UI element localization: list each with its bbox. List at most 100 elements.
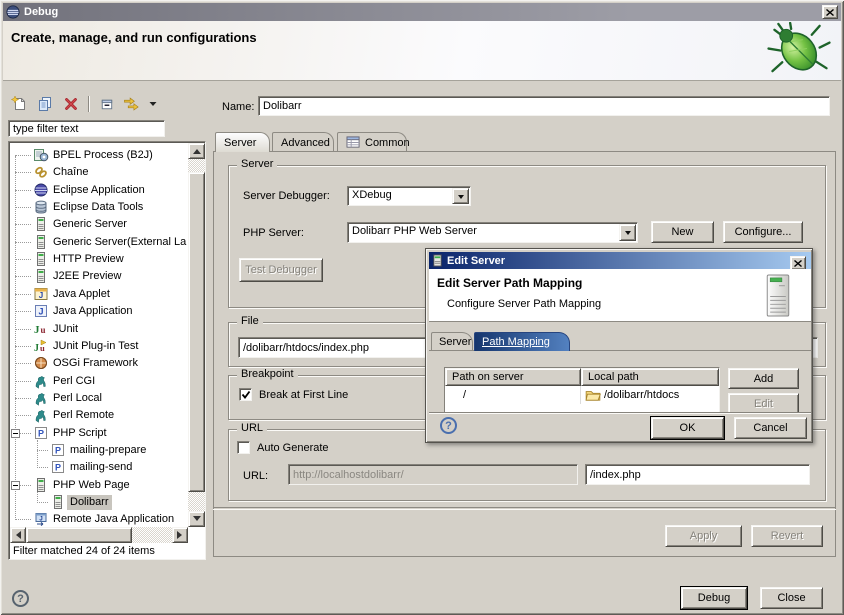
server-icon [33, 251, 49, 267]
tree-item-remote-java-application[interactable]: JRemote Java Application [10, 511, 187, 527]
tree-item-eclipse-data-tools[interactable]: Eclipse Data Tools [10, 199, 187, 216]
tree-item-perl-remote[interactable]: Perl Remote [10, 407, 187, 424]
close-button[interactable]: Close [760, 587, 823, 609]
dropdown-arrow-icon[interactable] [452, 188, 469, 204]
scroll-down-icon[interactable] [188, 511, 205, 527]
perl-icon [33, 407, 49, 423]
ok-button[interactable]: OK [651, 417, 724, 439]
tree-guide-line [37, 440, 38, 469]
tree-guide-line [15, 190, 31, 191]
scroll-right-icon[interactable] [172, 527, 188, 543]
dialog-tab-server[interactable]: Server [431, 332, 473, 351]
tree-guide-line [15, 398, 31, 399]
tab-server[interactable]: Server [215, 132, 270, 152]
tree-item-osgi-framework[interactable]: OSGi Framework [10, 355, 187, 372]
header-banner: Create, manage, and run configurations [3, 21, 841, 81]
tree-item-cha-ne[interactable]: Chaîne [10, 164, 187, 181]
tree-item-bpel-process-b2j[interactable]: BPEL Process (B2J) [10, 147, 187, 164]
add-mapping-button[interactable]: Add [728, 368, 799, 389]
new-server-button[interactable]: New [651, 221, 714, 243]
junit-plugin-icon: Ju [33, 338, 49, 354]
configure-server-button[interactable]: Configure... [723, 221, 803, 243]
url-group-title: URL [237, 422, 267, 435]
edit-server-dialog: Edit Server Edit Server Path Mapping Con… [425, 248, 813, 443]
tree-item-junit[interactable]: JuJUnit [10, 321, 187, 338]
cancel-button[interactable]: Cancel [734, 417, 807, 439]
column-header-path-on-server[interactable]: Path on server [445, 368, 581, 386]
title-bar[interactable]: Debug [3, 3, 841, 21]
svg-text:J: J [39, 517, 42, 523]
tree-item-label: JUnit [50, 322, 81, 337]
hscroll-thumb[interactable] [26, 527, 132, 543]
table-row[interactable]: / /dolibarr/htdocs [445, 386, 719, 404]
tree-item-label: Eclipse Application [50, 183, 148, 198]
configurations-tree: BPEL Process (B2J)Chaîne Eclipse Applicat… [8, 141, 206, 560]
tree-item-java-application[interactable]: JJava Application [10, 303, 187, 320]
php-server-select[interactable]: Dolibarr PHP Web Server [347, 222, 638, 243]
scroll-left-icon[interactable] [10, 527, 26, 543]
server-tower-icon [763, 273, 793, 318]
tree-guide-line [15, 172, 31, 173]
tree-guide-line [15, 155, 31, 156]
collapse-all-icon[interactable] [95, 94, 117, 114]
close-icon[interactable] [822, 5, 838, 19]
collapse-expander-icon[interactable] [11, 481, 20, 490]
tree-vertical-scrollbar[interactable] [188, 143, 205, 527]
tree-guide-line [15, 207, 31, 208]
close-icon[interactable] [790, 256, 806, 270]
tree-item-eclipse-application[interactable]: Eclipse Application [10, 182, 187, 199]
break-first-line-checkbox[interactable] [239, 388, 252, 401]
collapse-expander-icon[interactable] [11, 429, 20, 438]
help-icon[interactable]: ? [440, 417, 457, 434]
dropdown-arrow-icon[interactable] [619, 224, 636, 241]
database-icon [33, 199, 49, 215]
delete-configuration-icon[interactable] [60, 94, 82, 114]
name-input[interactable] [258, 96, 830, 116]
scroll-up-icon[interactable] [188, 143, 205, 159]
toolbar-menu-chevron-icon[interactable] [147, 94, 159, 114]
debug-button[interactable]: Debug [681, 587, 747, 609]
tree-horizontal-scrollbar[interactable] [10, 527, 188, 543]
filter-icon[interactable] [121, 94, 143, 114]
server-debugger-select[interactable]: XDebug [347, 186, 471, 206]
folder-icon [585, 389, 601, 401]
php-server-label: PHP Server: [243, 227, 304, 239]
url-path-input[interactable] [585, 464, 810, 485]
tree-item-perl-local[interactable]: Perl Local [10, 390, 187, 407]
tree-item-label: JUnit Plug-in Test [50, 339, 141, 354]
filter-input[interactable] [8, 120, 165, 137]
tree-item-generic-server[interactable]: Generic Server [10, 216, 187, 233]
dialog-tab-path-mapping[interactable]: Path Mapping [474, 332, 570, 351]
name-label: Name: [222, 101, 254, 113]
vscroll-thumb[interactable] [188, 172, 205, 492]
tree-guide-line [15, 381, 31, 382]
tree-item-j2ee-preview[interactable]: J2EE Preview [10, 268, 187, 285]
tree-item-java-applet[interactable]: JJava Applet [10, 286, 187, 303]
svg-text:P: P [38, 428, 44, 438]
dialog-title-bar[interactable]: Edit Server [429, 252, 811, 269]
tree-item-perl-cgi[interactable]: Perl CGI [10, 373, 187, 390]
tab-frame-divider [213, 507, 836, 509]
tab-advanced[interactable]: Advanced [272, 132, 334, 152]
auto-generate-checkbox[interactable] [237, 441, 250, 454]
dialog-subheading: Configure Server Path Mapping [447, 298, 601, 310]
tree-item-generic-server-external-la[interactable]: Generic Server(External La [10, 234, 187, 251]
path-mapping-table[interactable]: Path on server Local path / /dolibarr/ht… [444, 367, 720, 413]
tree-item-label: PHP Web Page [50, 478, 133, 493]
tab-common[interactable]: Common [337, 132, 407, 152]
tree-guide-line [15, 329, 31, 330]
server-icon [33, 234, 49, 250]
new-configuration-icon[interactable] [8, 94, 30, 114]
duplicate-configuration-icon[interactable] [34, 94, 56, 114]
tree-guide-line [15, 294, 31, 295]
dialog-title: Edit Server [447, 255, 505, 267]
tree-item-label: PHP Script [50, 426, 110, 441]
debug-window: Debug Create, manage, and run configurat… [0, 0, 844, 615]
tree-item-junit-plug-in-test[interactable]: JuJUnit Plug-in Test [10, 338, 187, 355]
server-group-title: Server [237, 158, 277, 171]
tree-guide-line [15, 259, 31, 260]
help-icon[interactable]: ? [12, 590, 29, 607]
column-header-local-path[interactable]: Local path [581, 368, 719, 386]
dialog-heading: Edit Server Path Mapping [437, 276, 582, 290]
tree-item-http-preview[interactable]: HTTP Preview [10, 251, 187, 268]
